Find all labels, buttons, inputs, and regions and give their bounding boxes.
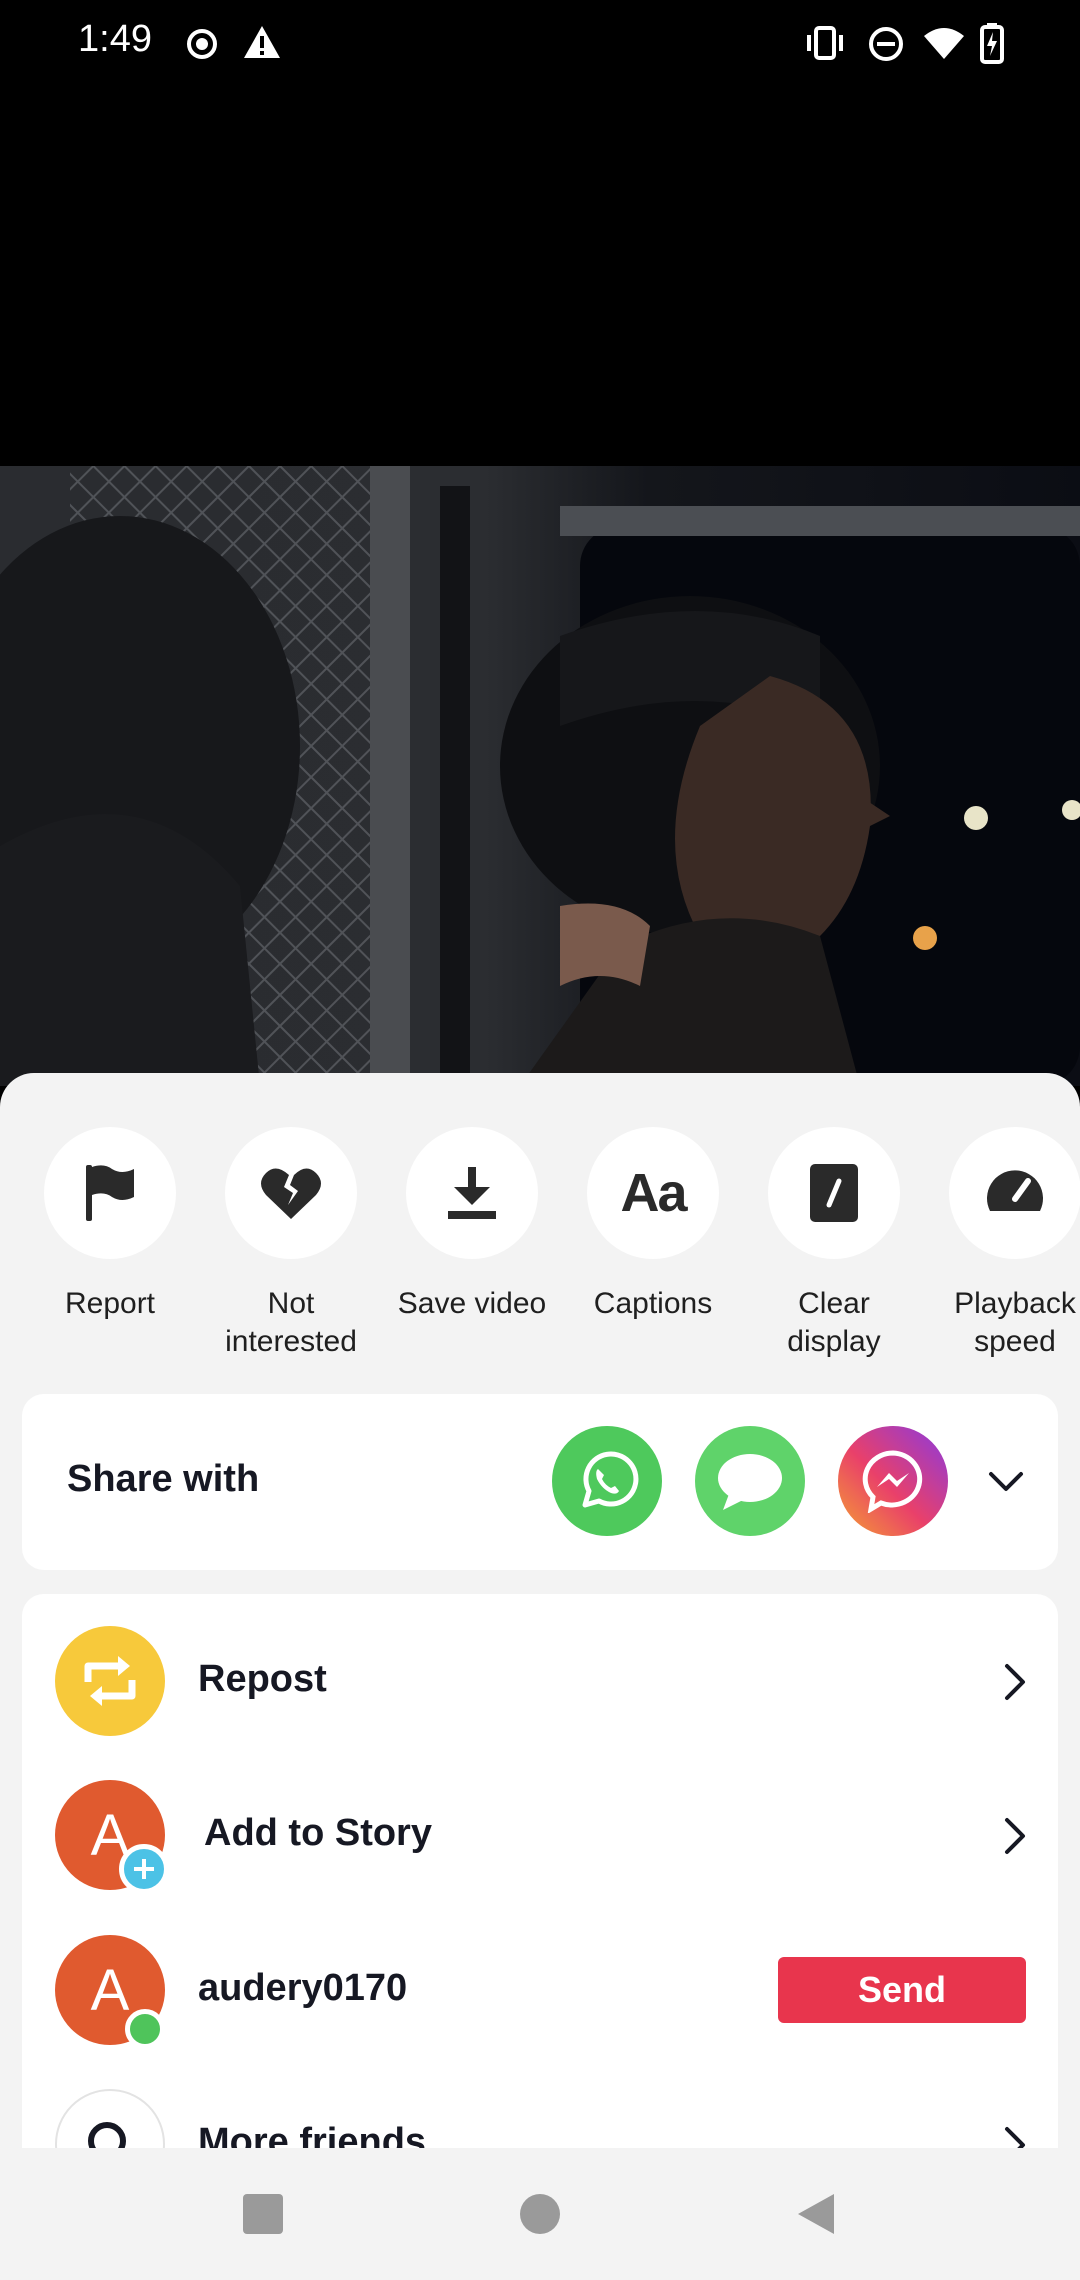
broken-heart-icon [261, 1168, 321, 1219]
share-list-card: Repost A Add to Story A audery0170 Send … [22, 1594, 1058, 2148]
video-frame [0, 466, 1080, 1086]
repost-label: Repost [198, 1658, 327, 1700]
wifi-icon [924, 28, 964, 59]
save-video-button[interactable] [406, 1127, 538, 1259]
whatsapp-icon [582, 1451, 639, 1508]
report-label: Report [64, 1287, 156, 1320]
whatsapp-button[interactable] [552, 1426, 662, 1536]
captions-button[interactable]: Aa [587, 1127, 719, 1259]
record-icon [187, 29, 217, 59]
download-icon [448, 1167, 496, 1219]
vibrate-icon [807, 26, 843, 60]
captions-icon: Aa [620, 1163, 687, 1223]
video-player[interactable] [0, 466, 1080, 1086]
repost-icon [84, 1656, 136, 1706]
clear-display-button[interactable] [768, 1127, 900, 1259]
do-not-disturb-icon [869, 27, 903, 61]
not-interested-action[interactable]: Not interested [201, 1127, 381, 1361]
more-friends-row[interactable]: More friends [22, 2089, 1058, 2148]
friend-avatar-letter: A [90, 1957, 130, 2023]
save-video-label: Save video [397, 1287, 547, 1320]
friend-row: A audery0170 Send [22, 1935, 1058, 2075]
battery-charging-icon [980, 23, 1004, 64]
status-time: 1:49 [78, 18, 152, 60]
captions-label: Captions [593, 1287, 713, 1320]
online-status-badge [125, 2009, 165, 2049]
share-with-card: Share with [22, 1394, 1058, 1570]
repost-avatar [55, 1626, 165, 1736]
search-icon [88, 2122, 126, 2148]
send-button[interactable]: Send [778, 1957, 1026, 2023]
home-icon[interactable] [518, 2192, 562, 2236]
chevron-right-icon [1005, 1818, 1025, 1854]
back-icon[interactable] [794, 2192, 838, 2236]
share-sheet: Report Not interested Save video Aa Capt… [0, 1073, 1080, 2148]
messenger-icon [862, 1450, 923, 1513]
plus-icon [134, 1859, 154, 1879]
messenger-button[interactable] [838, 1426, 948, 1536]
clear-display-icon [810, 1164, 858, 1222]
status-bar: 1:49 [0, 0, 1080, 86]
flag-icon [86, 1165, 134, 1221]
chevron-right-icon [1005, 1664, 1025, 1700]
friend-username: audery0170 [198, 1967, 408, 2009]
chat-bubble-icon [718, 1454, 782, 1510]
messages-button[interactable] [695, 1426, 805, 1536]
not-interested-label: Not interested [225, 1287, 357, 1358]
more-friends-avatar [55, 2089, 165, 2148]
chevron-right-icon [1005, 2127, 1025, 2148]
report-button[interactable] [44, 1127, 176, 1259]
captions-action[interactable]: Aa Captions [563, 1127, 743, 1323]
recent-apps-icon[interactable] [241, 2192, 285, 2236]
warning-icon [244, 26, 280, 58]
add-badge [119, 1844, 169, 1894]
action-row: Report Not interested Save video Aa Capt… [0, 1073, 1080, 1393]
save-video-action[interactable]: Save video [382, 1127, 562, 1323]
expand-share-button[interactable] [982, 1458, 1030, 1506]
chevron-down-icon [989, 1472, 1023, 1491]
clear-display-label: Clear display [787, 1287, 881, 1358]
playback-speed-button[interactable] [949, 1127, 1080, 1259]
report-action[interactable]: Report [20, 1127, 200, 1323]
playback-speed-action[interactable]: Playback speed [925, 1127, 1080, 1361]
share-with-title: Share with [67, 1458, 260, 1500]
not-interested-button[interactable] [225, 1127, 357, 1259]
repost-row[interactable]: Repost [22, 1626, 1058, 1766]
more-friends-label: More friends [198, 2121, 427, 2148]
speedometer-icon [987, 1170, 1043, 1211]
system-nav-bar [0, 2148, 1080, 2280]
add-to-story-label: Add to Story [204, 1812, 432, 1854]
clear-display-action[interactable]: Clear display [744, 1127, 924, 1361]
playback-speed-label: Playback speed [954, 1287, 1076, 1358]
add-to-story-row[interactable]: A Add to Story [22, 1780, 1058, 1920]
